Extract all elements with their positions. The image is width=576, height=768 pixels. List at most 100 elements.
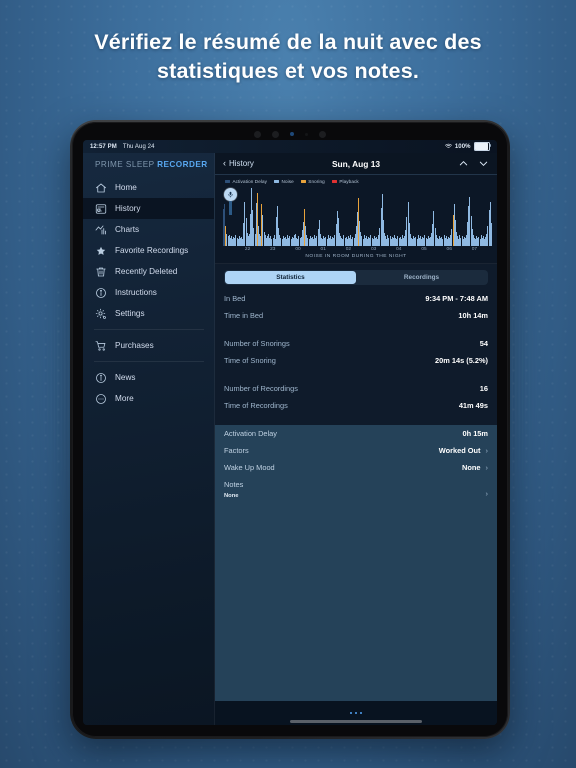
chevron-right-icon: › [485, 446, 489, 455]
chart-x-tick: 04 [396, 247, 402, 252]
tablet-device-frame: 12:57 PM Thu Aug 24 100% PRIME SLEEP REC… [70, 120, 510, 739]
chart-x-tick: 22 [244, 247, 251, 252]
sidebar-divider [94, 329, 204, 330]
detail-pane: ‹ History Sun, Aug 13 Activation Delay N… [215, 153, 497, 725]
page-dot [349, 711, 353, 715]
sidebar-item-settings[interactable]: Settings [83, 303, 214, 324]
chart-x-axis: 22 23 00 01 02 03 04 05 06 07 [221, 247, 491, 252]
chart-x-tick: 03 [370, 247, 377, 252]
sidebar-item-charts[interactable]: Charts [83, 219, 214, 240]
chart-legend: Activation Delay Noise Snoring Playback [221, 179, 491, 184]
sidebar-item-label: Settings [115, 309, 145, 318]
sensor-dot [319, 130, 326, 138]
sidebar-item-label: Home [115, 183, 137, 192]
sidebar-item-label: News [115, 373, 136, 382]
sensor-dot [254, 130, 261, 138]
stat-value: 41m 49s [458, 401, 488, 410]
sidebar-item-purchases[interactable]: Purchases [83, 335, 214, 356]
notes-label: Notes [224, 480, 244, 489]
page-dot [359, 711, 363, 715]
stat-row-time-in-bed: Time in Bed 10h 14m [224, 307, 488, 324]
microphone-icon [224, 188, 237, 201]
charts-icon [94, 223, 107, 236]
sensor-dot [305, 132, 308, 136]
chart-x-tick: 05 [421, 247, 427, 252]
battery-percent-label: 100% [454, 143, 471, 150]
chevron-left-icon: ‹ [223, 158, 226, 168]
chart-x-axis-label: NOISE IN ROOM DURING THE NIGHT [305, 254, 407, 259]
brand-prefix: PRIME SLEEP [95, 160, 155, 169]
tab-recordings[interactable]: Recordings [356, 271, 487, 284]
detail-row-factors[interactable]: Factors Worked Out › [224, 442, 488, 459]
stat-value: 20m 14s (5.2%) [435, 356, 488, 365]
sidebar-item-label: Recently Deleted [115, 267, 178, 276]
sidebar-item-favorite-recordings[interactable]: Favorite Recordings [83, 240, 214, 261]
chart-plot-area[interactable] [221, 186, 492, 246]
noise-chart-panel: Activation Delay Noise Snoring Playback [215, 175, 497, 264]
stat-value: 16 [479, 384, 488, 393]
stat-value: 54 [479, 339, 488, 348]
sidebar-item-instructions[interactable]: Instructions [83, 282, 214, 303]
back-button[interactable]: ‹ History [223, 158, 254, 169]
sidebar-divider [94, 361, 204, 362]
tablet-screen: 12:57 PM Thu Aug 24 100% PRIME SLEEP REC… [83, 140, 497, 725]
stat-label: Number of Snorings [224, 339, 290, 348]
legend-label: Playback [339, 179, 359, 184]
detail-row-wake-up-mood[interactable]: Wake Up Mood None › [224, 459, 488, 476]
sidebar-menu: Home History Charts Favorite Recordings … [83, 175, 214, 409]
sidebar-item-news[interactable]: News [83, 367, 214, 388]
page-title: Sun, Aug 13 [331, 158, 381, 169]
promo-background: Vérifiez le résumé de la nuit avec des s… [0, 0, 576, 768]
stat-label: Time of Snoring [224, 356, 276, 365]
sidebar-item-recently-deleted[interactable]: Recently Deleted [83, 261, 214, 282]
notes-value: None [224, 493, 239, 499]
wifi-icon [444, 143, 452, 151]
info-icon [94, 286, 107, 299]
legend-swatch [300, 180, 306, 183]
chart-x-tick: 02 [345, 247, 352, 252]
marker-stem [229, 201, 232, 215]
stat-group-gap [224, 414, 488, 425]
sidebar-item-home[interactable]: Home [83, 177, 214, 198]
chart-x-tick: 01 [320, 247, 326, 252]
home-icon [94, 181, 107, 194]
legend-label: Snoring [308, 179, 325, 184]
gear-icon [94, 307, 107, 320]
chart-legend-item: Playback [331, 179, 359, 184]
status-bar-indicators: 100% [444, 141, 492, 152]
chart-legend-item: Activation Delay [225, 179, 267, 184]
chevron-right-icon: › [485, 463, 489, 472]
chart-x-tick: 00 [295, 247, 301, 252]
stat-group-gap [224, 369, 488, 380]
sidebar-item-history[interactable]: History [83, 198, 214, 219]
detail-label: Activation Delay [224, 429, 277, 438]
sensor-dot [272, 130, 279, 138]
chart-legend-item: Snoring [300, 179, 325, 184]
segmented-control: Statistics Recordings [224, 270, 488, 285]
navigation-arrows [458, 158, 489, 169]
detail-row-activation-delay: Activation Delay 0h 15m [224, 425, 488, 442]
sidebar-item-label: Charts [115, 225, 140, 234]
stat-label: Number of Recordings [224, 384, 298, 393]
star-icon [94, 244, 107, 257]
sidebar-item-label: Instructions [115, 288, 157, 297]
stat-group-gap [224, 324, 488, 335]
chevron-down-icon[interactable] [478, 158, 489, 169]
sidebar-item-more[interactable]: More [83, 388, 214, 409]
stat-row-number-of-recordings: Number of Recordings 16 [224, 380, 488, 397]
history-icon [94, 202, 107, 215]
tab-statistics[interactable]: Statistics [225, 271, 356, 284]
chart-bar [490, 223, 492, 246]
details-card: Activation Delay 0h 15m Factors Worked O… [215, 425, 497, 701]
app-body: PRIME SLEEP RECORDER Home History Charts… [83, 153, 497, 725]
stat-row-time-of-snoring: Time of Snoring 20m 14s (5.2%) [224, 352, 488, 369]
status-bar-date: Thu Aug 24 [122, 143, 155, 150]
tablet-inner-frame: 12:57 PM Thu Aug 24 100% PRIME SLEEP REC… [72, 122, 508, 737]
detail-row-notes[interactable]: Notes None › [224, 476, 488, 506]
home-indicator[interactable] [290, 720, 422, 723]
legend-swatch [331, 180, 337, 183]
chevron-up-icon[interactable] [458, 158, 469, 169]
detail-label: Wake Up Mood [224, 463, 275, 472]
detail-label: Factors [224, 446, 249, 455]
segmented-control-wrap: Statistics Recordings [215, 264, 497, 290]
